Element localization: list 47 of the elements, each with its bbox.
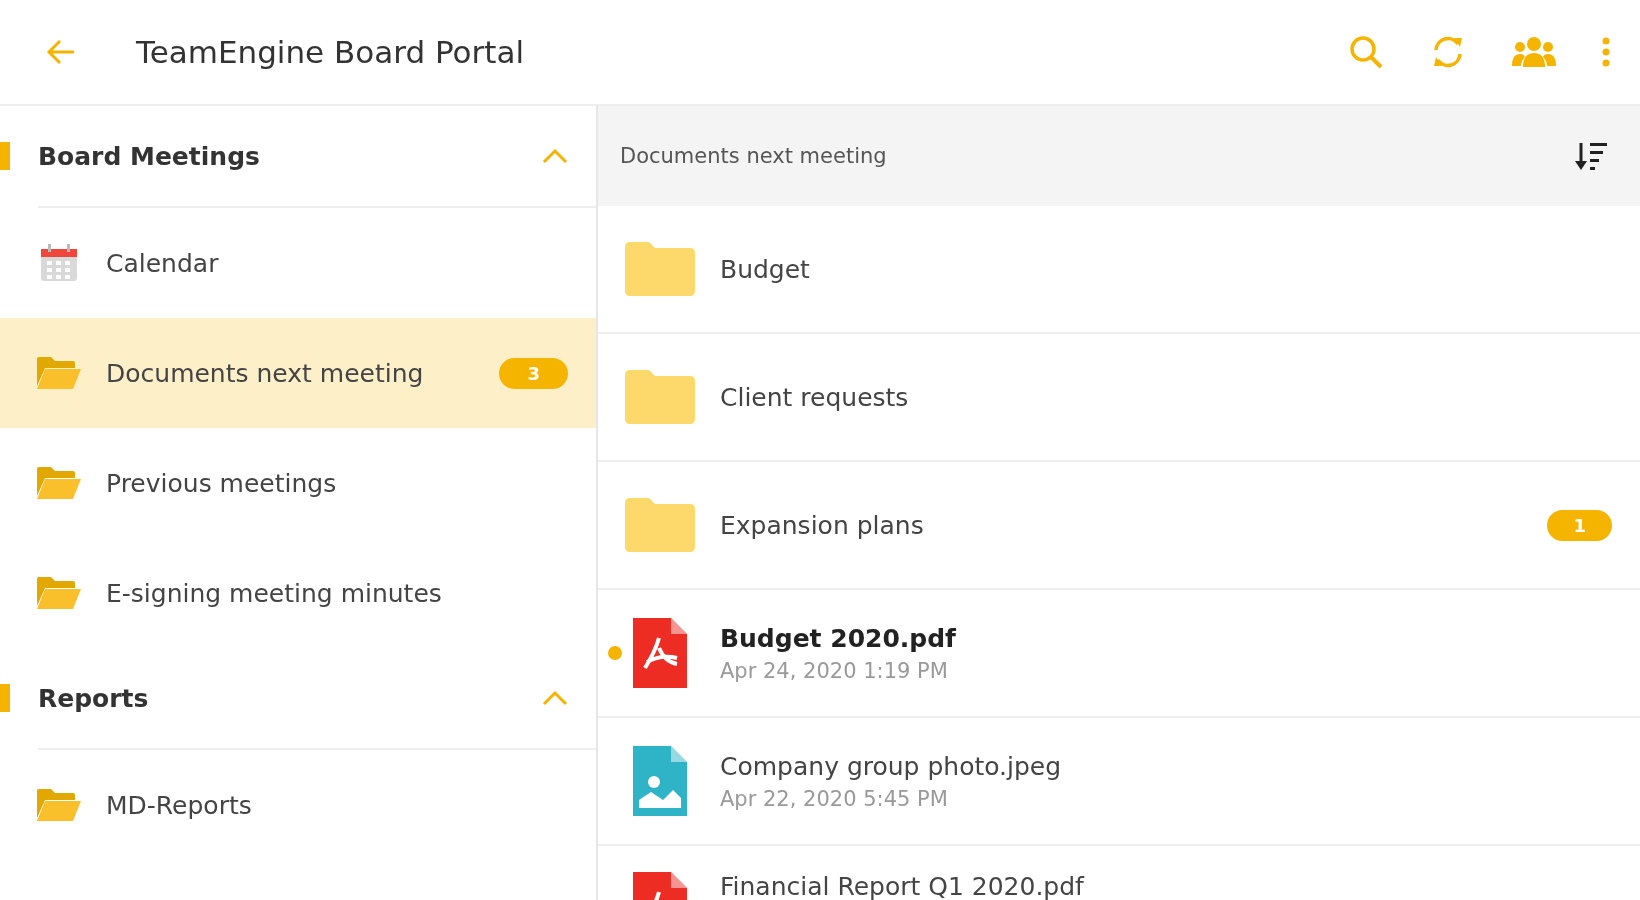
section-marker — [0, 684, 10, 712]
more-icon[interactable] — [1602, 37, 1610, 67]
list-row[interactable]: Company group photo.jpeg Apr 22, 2020 5:45 PM — [598, 718, 1640, 846]
row-date: Apr 22, 2020 5:45 PM — [720, 786, 949, 811]
sidebar-item[interactable]: MD-Reports — [0, 750, 596, 860]
folder-icon — [625, 242, 695, 296]
sidebar-item[interactable]: Calendar — [0, 208, 596, 318]
row-name: Budget — [720, 254, 811, 284]
section-marker — [0, 142, 10, 170]
count-badge: 3 — [499, 357, 568, 389]
chevron-icon[interactable] — [542, 690, 568, 706]
list-row[interactable]: Financial Report Q1 2020.pdf — [598, 846, 1640, 900]
row-date: Apr 24, 2020 1:19 PM — [720, 658, 949, 683]
item-label: Calendar — [106, 248, 220, 278]
search-icon[interactable] — [1348, 34, 1384, 70]
folder-icon — [625, 370, 695, 424]
folder-icon — [625, 498, 695, 552]
item-label: Previous meetings — [106, 468, 338, 498]
row-name: Company group photo.jpeg — [720, 751, 1063, 781]
people-icon[interactable] — [1512, 36, 1556, 68]
image-file-icon — [633, 746, 687, 816]
count-badge: 1 — [1547, 509, 1612, 541]
app-title: TeamEngine Board Portal — [136, 34, 526, 70]
row-name: Budget 2020.pdf — [720, 623, 957, 653]
open-folder-icon — [36, 576, 82, 610]
item-label: E-signing meeting minutes — [106, 578, 443, 608]
item-label: Documents next meeting — [106, 358, 425, 388]
list-row[interactable]: Expansion plans 1 — [598, 462, 1640, 590]
list-title: Documents next meeting — [620, 144, 888, 168]
chevron-icon[interactable] — [542, 148, 568, 164]
sort-icon[interactable] — [1574, 141, 1608, 171]
open-folder-icon — [36, 356, 82, 390]
sidebar-item[interactable]: Previous meetings — [0, 428, 596, 538]
open-folder-icon — [36, 788, 82, 822]
pdf-file-icon — [633, 618, 687, 688]
list-row[interactable]: Budget 2020.pdf Apr 24, 2020 1:19 PM — [598, 590, 1640, 718]
row-name: Expansion plans — [720, 510, 925, 540]
section-title[interactable]: Board Meetings — [38, 141, 542, 171]
item-label: MD-Reports — [106, 790, 253, 820]
section-title[interactable]: Reports — [38, 683, 542, 713]
sidebar-item[interactable]: E-signing meeting minutes — [0, 538, 596, 648]
row-name: Client requests — [720, 382, 910, 412]
list-row[interactable]: Client requests — [598, 334, 1640, 462]
sidebar-item[interactable]: Documents next meeting 3 — [0, 318, 596, 428]
row-name: Financial Report Q1 2020.pdf — [720, 872, 1086, 900]
open-folder-icon — [36, 466, 82, 500]
list-row[interactable]: Budget — [598, 206, 1640, 334]
